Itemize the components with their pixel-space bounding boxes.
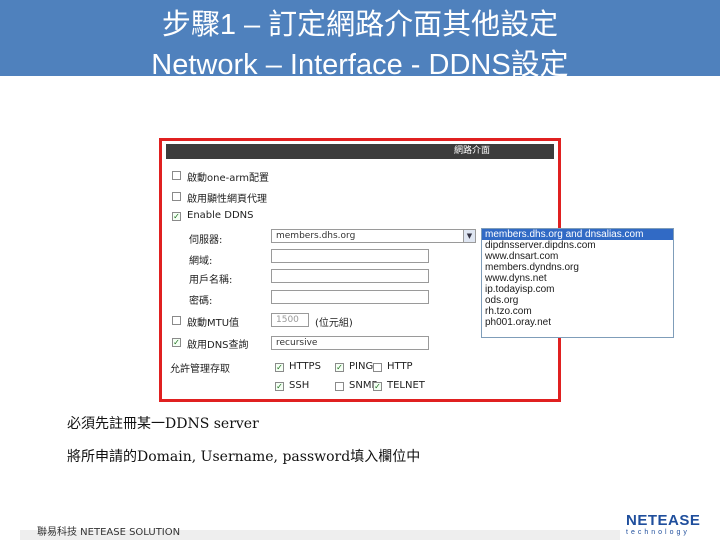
panel-header: 網路介面 xyxy=(166,144,554,159)
one-arm-label: 啟動one-arm配置 xyxy=(187,173,270,184)
slide-title-bar: 步驟1 – 訂定網路介面其他設定 Network – Interface - D… xyxy=(0,0,720,81)
dns-label: 啟用DNS查詢 xyxy=(187,340,249,351)
admin-access-label: 允許管理存取 xyxy=(170,364,230,375)
dns-select-value: recursive xyxy=(276,338,318,348)
chevron-down-icon[interactable]: ▼ xyxy=(463,230,475,242)
dropdown-option[interactable]: dipdnsserver.dipdns.com xyxy=(482,240,673,251)
server-label: 伺服器: xyxy=(189,235,223,246)
http-label: HTTP xyxy=(387,361,413,372)
server-select-value: members.dhs.org xyxy=(276,231,356,241)
domain-input[interactable] xyxy=(271,249,429,263)
ssh-checkbox[interactable]: ✓ xyxy=(275,382,284,391)
note-line1: 必須先註冊某一DDNS server xyxy=(67,416,259,432)
dropdown-option[interactable]: ph001.oray.net xyxy=(482,317,673,328)
proxy-label: 啟用顯性網頁代理 xyxy=(187,194,267,205)
password-input[interactable] xyxy=(271,290,429,304)
dropdown-option[interactable]: ods.org xyxy=(482,295,673,306)
one-arm-checkbox[interactable] xyxy=(172,171,181,180)
dropdown-option[interactable]: www.dyns.net xyxy=(482,273,673,284)
slide-title-line1: 步驟1 – 訂定網路介面其他設定 xyxy=(161,9,559,41)
enable-ddns-checkbox[interactable]: ✓ xyxy=(172,212,181,221)
server-select[interactable]: members.dhs.org ▼ xyxy=(271,229,476,243)
dns-checkbox[interactable]: ✓ xyxy=(172,338,181,347)
mtu-input[interactable]: 1500 xyxy=(271,313,309,327)
ssh-label: SSH xyxy=(289,380,310,391)
netease-logo: NETEASE technology xyxy=(626,513,706,540)
ddns-server-dropdown-list[interactable]: members.dhs.org and dnsalias.com dipdnss… xyxy=(481,228,674,338)
mtu-label: 啟動MTU值 xyxy=(187,318,240,329)
slide-title-line2: Network – Interface - DDNS設定 xyxy=(151,49,569,81)
mtu-checkbox[interactable] xyxy=(172,316,181,325)
telnet-label: TELNET xyxy=(387,380,425,391)
dns-select[interactable]: recursive xyxy=(271,336,429,350)
domain-label: 網域: xyxy=(189,256,213,267)
username-label: 用戶名稱: xyxy=(189,275,233,286)
ping-label: PING xyxy=(349,361,374,372)
telnet-checkbox[interactable]: ✓ xyxy=(373,382,382,391)
dropdown-option[interactable]: rh.tzo.com xyxy=(482,306,673,317)
dropdown-option[interactable]: www.dnsart.com xyxy=(482,251,673,262)
username-input[interactable] xyxy=(271,269,429,283)
note-line2: 將所申請的Domain, Username, password填入欄位中 xyxy=(67,449,421,465)
logo-main-text: NETEASE xyxy=(626,512,701,529)
enable-ddns-label: Enable DDNS xyxy=(187,210,254,221)
https-label: HTTPS xyxy=(289,361,321,372)
http-checkbox[interactable] xyxy=(373,363,382,372)
logo-sub-text: technology xyxy=(626,529,690,536)
proxy-checkbox[interactable] xyxy=(172,192,181,201)
ping-checkbox[interactable]: ✓ xyxy=(335,363,344,372)
footer-company: 聯易科技 NETEASE SOLUTION xyxy=(37,527,181,538)
dropdown-option[interactable]: members.dyndns.org xyxy=(482,262,673,273)
dropdown-option[interactable]: members.dhs.org and dnsalias.com xyxy=(482,229,673,240)
https-checkbox[interactable]: ✓ xyxy=(275,363,284,372)
mtu-unit-label: (位元組) xyxy=(315,318,353,329)
snmp-checkbox[interactable] xyxy=(335,382,344,391)
password-label: 密碼: xyxy=(189,296,213,307)
dropdown-option[interactable]: ip.todayisp.com xyxy=(482,284,673,295)
